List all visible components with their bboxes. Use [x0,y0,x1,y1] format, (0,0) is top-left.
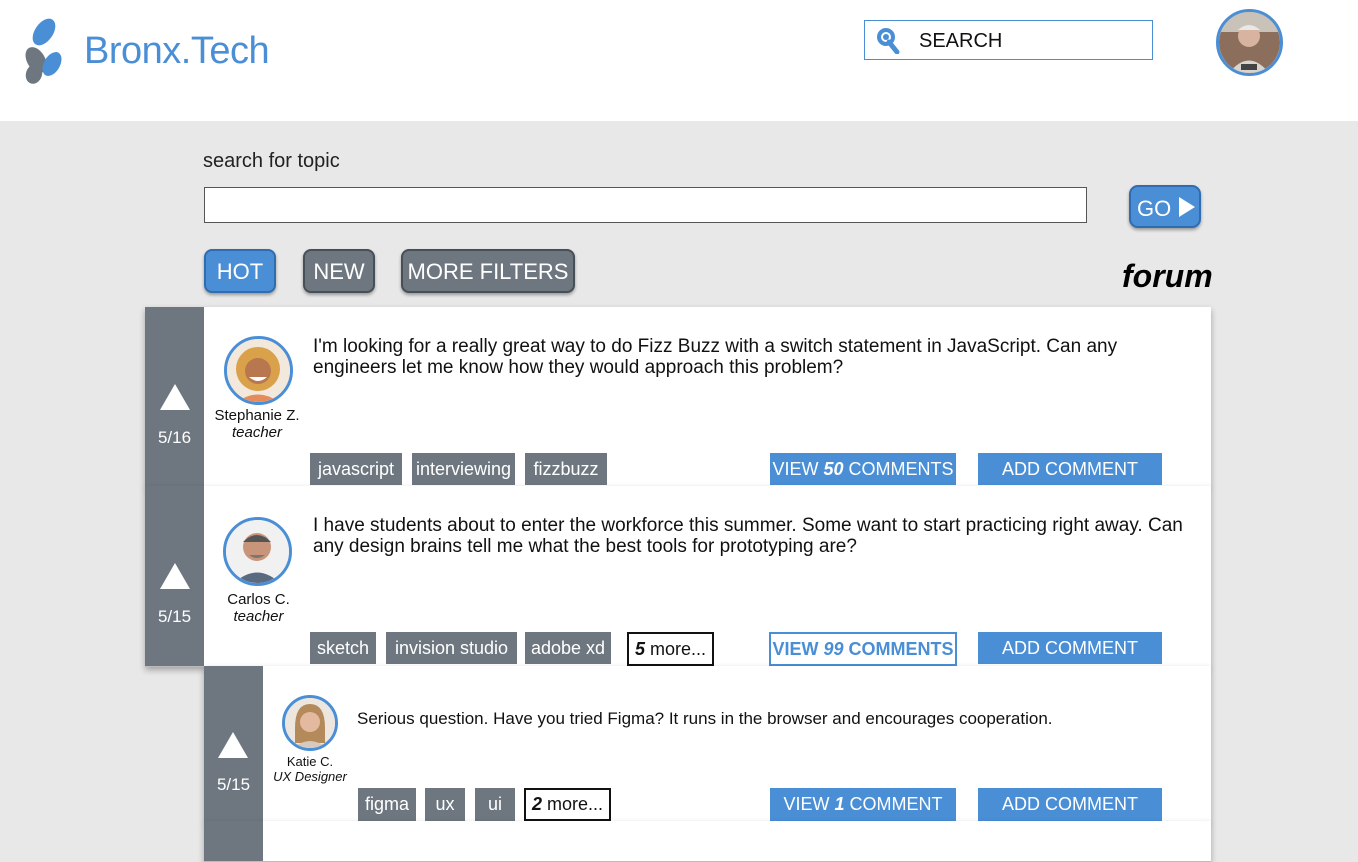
upvote-icon[interactable] [160,563,190,589]
author-avatar[interactable] [282,695,338,751]
filter-hot-button[interactable]: HOT [204,249,276,293]
comment-count: 99 [823,639,844,659]
add-comment-button[interactable]: ADD COMMENT [978,788,1162,821]
topic-search-input[interactable] [204,187,1087,223]
view-comments-button[interactable]: VIEW 50 COMMENTS [770,453,956,485]
author-name[interactable]: Katie C. [270,754,350,769]
post-date: 5/15 [216,775,251,794]
view-comments-button[interactable]: VIEW 99 COMMENTS [769,632,957,666]
tag-javascript[interactable]: javascript [310,453,402,485]
post-date: 5/16 [157,428,192,447]
comments-label: COMMENT [844,794,943,814]
post-date: 5/15 [157,607,192,626]
tag-figma[interactable]: figma [358,788,416,821]
vote-panel: 5/15 [204,666,263,821]
tag-fizzbuzz[interactable]: fizzbuzz [525,453,607,485]
view-label: VIEW [783,794,835,814]
author-role: teacher [231,424,283,441]
more-tags-label: more... [542,794,604,814]
post-text[interactable]: I have students about to enter the workf… [313,515,1193,557]
author-avatar[interactable] [223,517,292,586]
global-search-input[interactable]: SEARCH [864,20,1153,60]
comment-count: 50 [823,459,844,479]
vote-panel [204,821,263,861]
brand-name[interactable]: Bronx.Tech [84,30,270,73]
more-tags-button[interactable]: 2 more... [524,788,611,821]
comment-count: 1 [834,794,845,814]
author-name[interactable]: Carlos C. [207,591,310,608]
go-label: GO [1137,196,1172,221]
tag-ui[interactable]: ui [475,788,515,821]
view-label: VIEW [772,639,824,659]
forum-post: 5/15 Carlos C. teacher I have students a… [145,486,1211,667]
forum-reply-partial [204,821,1211,862]
author-avatar[interactable] [224,336,293,405]
add-comment-button[interactable]: ADD COMMENT [978,453,1162,485]
tag-ux[interactable]: ux [425,788,465,821]
comments-label: COMMENTS [843,459,954,479]
view-label: VIEW [772,459,824,479]
more-tags-label: more... [645,639,707,659]
vote-panel: 5/16 [145,307,204,486]
bronx-tech-logo-icon[interactable] [22,16,66,93]
author-role: UX Designer [273,769,347,784]
tag-sketch[interactable]: sketch [310,632,376,664]
page-title: forum [1122,258,1213,294]
topic-search-label: search for topic [203,150,340,172]
more-tags-count: 2 [531,794,542,814]
upvote-icon[interactable] [160,384,190,410]
header: Bronx.Tech SEARCH [0,0,1358,121]
play-arrow-icon [1179,197,1195,217]
more-filters-button[interactable]: MORE FILTERS [401,249,575,293]
go-button[interactable]: GO [1129,185,1201,228]
vote-panel: 5/15 [145,486,204,666]
add-comment-button[interactable]: ADD COMMENT [978,632,1162,664]
author-role: teacher [233,608,284,625]
post-text[interactable]: I'm looking for a really great way to do… [313,336,1193,378]
comments-label: COMMENTS [843,639,954,659]
upvote-icon[interactable] [218,732,248,758]
tag-invision-studio[interactable]: invision studio [386,632,517,664]
forum-post: 5/16 Stephanie Z. teacher I'm looking fo… [145,307,1211,487]
search-label: SEARCH [919,30,1003,52]
tag-adobe-xd[interactable]: adobe xd [525,632,611,664]
view-comments-button[interactable]: VIEW 1 COMMENT [770,788,956,821]
user-avatar[interactable] [1216,9,1283,76]
author-name[interactable]: Stephanie Z. [207,407,307,424]
filter-new-button[interactable]: NEW [303,249,375,293]
tag-interviewing[interactable]: interviewing [412,453,515,485]
more-tags-count: 5 [634,639,645,659]
post-text[interactable]: Serious question. Have you tried Figma? … [357,708,1177,729]
more-tags-button[interactable]: 5 more... [627,632,714,666]
search-icon [876,28,902,59]
forum-reply: 5/15 Katie C. UX Designer Serious questi… [204,666,1211,822]
